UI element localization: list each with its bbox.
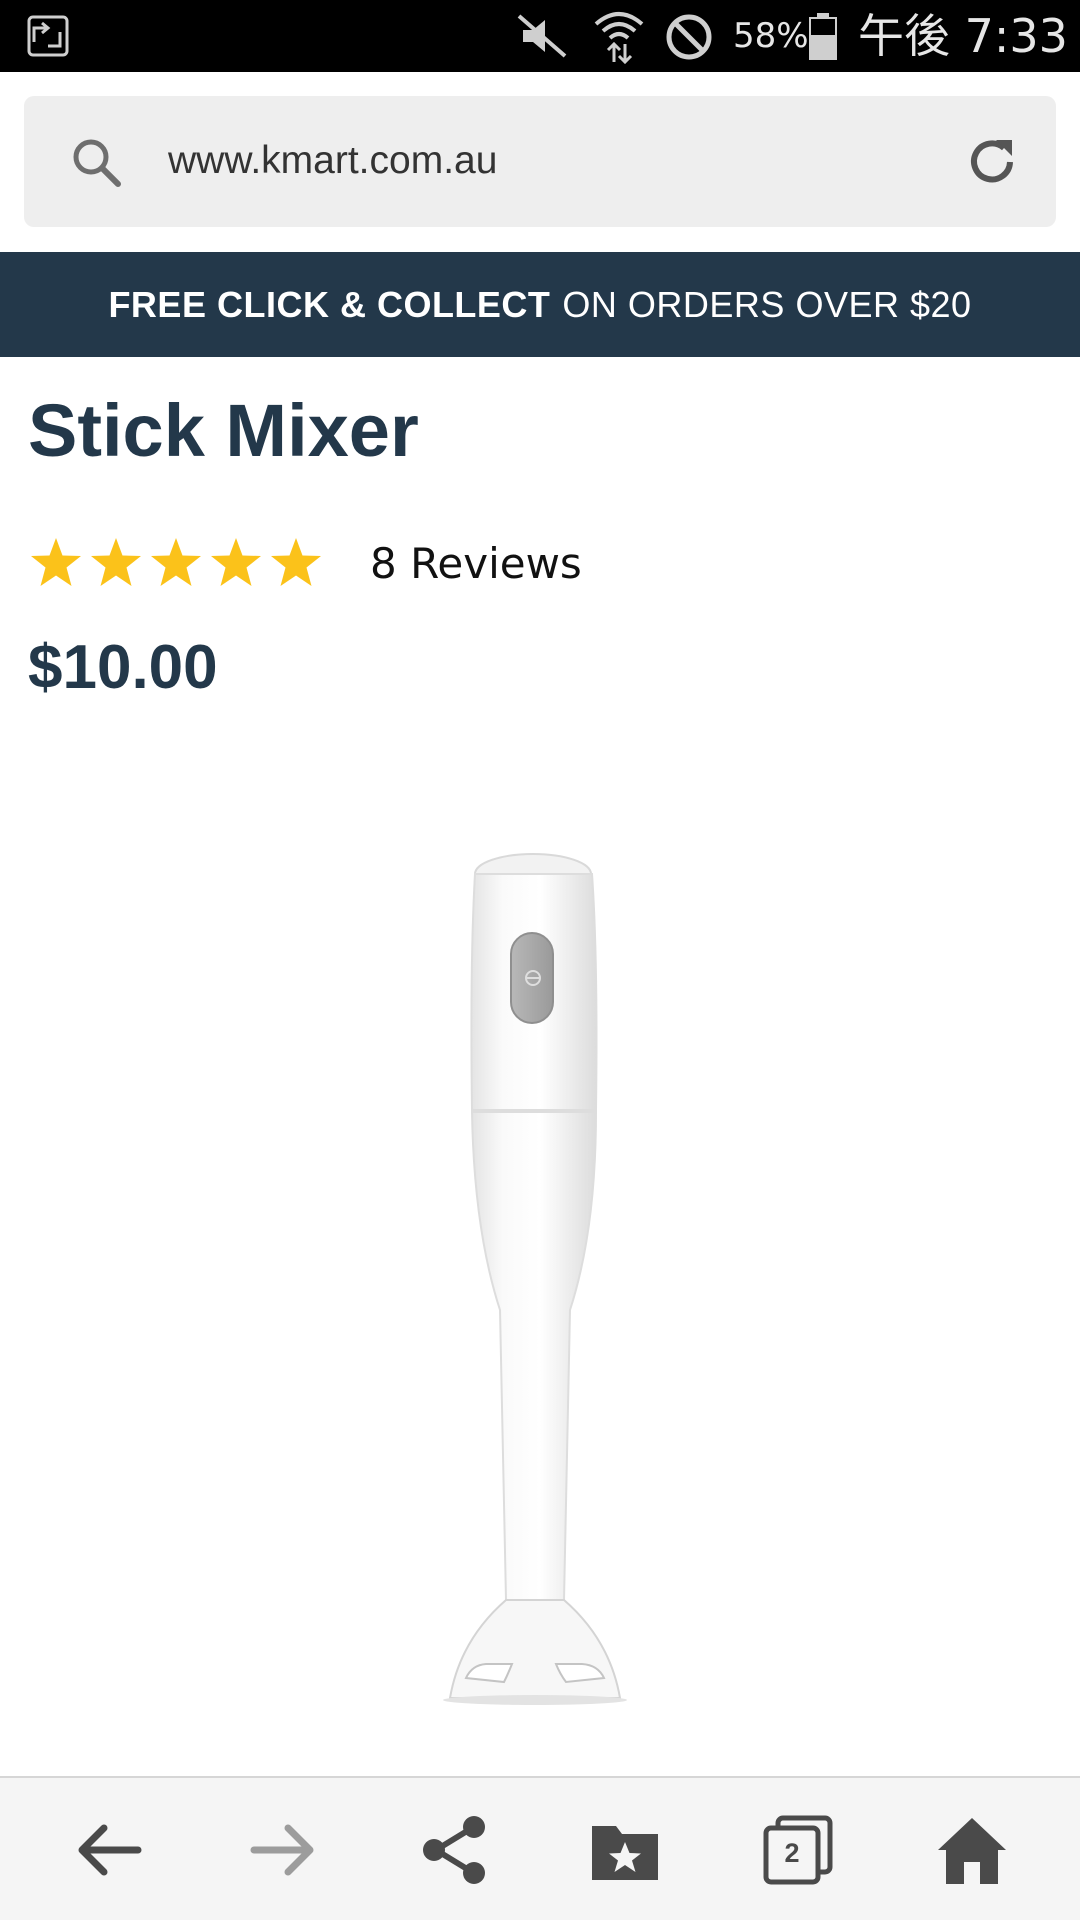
product-price: $10.00: [28, 633, 218, 702]
url-text[interactable]: www.kmart.com.au: [168, 136, 497, 186]
clock: 午後 7:33: [858, 9, 1068, 63]
star-icon: [271, 538, 321, 586]
star-icon: [31, 538, 81, 586]
star-icon: [151, 538, 201, 586]
reload-icon[interactable]: [964, 134, 1020, 190]
stick-mixer-image[interactable]: [420, 840, 660, 1710]
star-icon: [211, 538, 261, 586]
promo-banner[interactable]: FREE CLICK & COLLECT ON ORDERS OVER $20: [0, 252, 1080, 357]
promo-strong-text: FREE CLICK & COLLECT: [108, 283, 551, 325]
back-arrow-icon[interactable]: [72, 1812, 148, 1888]
forward-arrow-icon[interactable]: [244, 1812, 320, 1888]
bottom-navigation: 2: [0, 1776, 1080, 1920]
tabs-count: 2: [784, 1838, 800, 1868]
app-switch-icon: [26, 14, 70, 58]
reviews-link[interactable]: 8 Reviews: [370, 538, 582, 590]
browser-toolbar: www.kmart.com.au: [0, 72, 1080, 252]
wifi-icon: [592, 8, 646, 65]
product-title: Stick Mixer: [28, 389, 419, 472]
status-bar: 58% 午後 7:33: [0, 0, 1080, 72]
tabs-icon[interactable]: 2: [760, 1812, 836, 1888]
do-not-disturb-icon: [664, 12, 714, 62]
address-bar[interactable]: www.kmart.com.au: [24, 96, 1056, 227]
star-rating[interactable]: [28, 532, 328, 594]
search-icon[interactable]: [70, 136, 122, 188]
share-icon[interactable]: [416, 1812, 492, 1888]
mute-icon: [515, 12, 569, 60]
bookmarks-icon[interactable]: [588, 1812, 664, 1888]
home-icon[interactable]: [934, 1812, 1010, 1888]
promo-rest-text: ON ORDERS OVER $20: [562, 283, 972, 325]
star-icon: [91, 538, 141, 586]
battery-icon: [808, 11, 838, 61]
battery-percent: 58%: [733, 16, 809, 56]
